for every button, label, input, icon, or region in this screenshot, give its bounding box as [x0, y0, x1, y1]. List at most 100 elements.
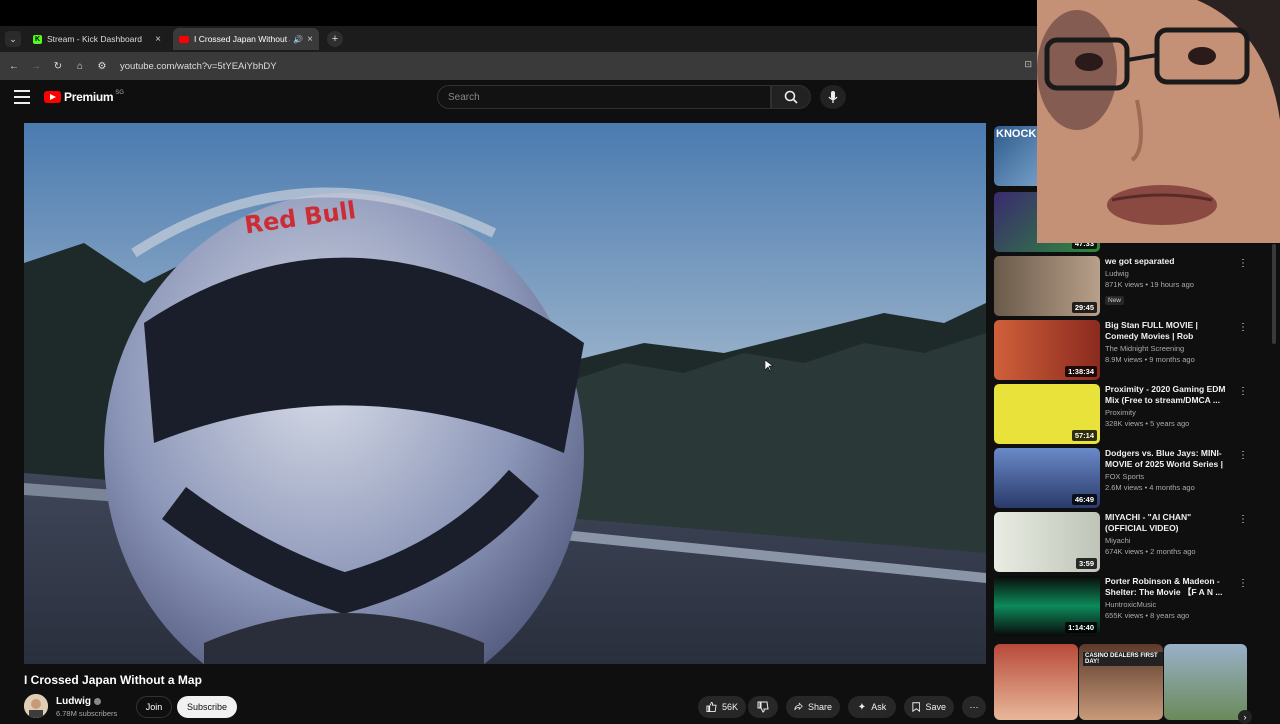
- site-info-icon[interactable]: ⚙: [94, 58, 110, 74]
- video-actions-row: Ludwig 6.78M subscribers Join Subscribe …: [24, 694, 986, 720]
- video-player[interactable]: Red Bull: [24, 123, 986, 664]
- video-title[interactable]: we got separated: [1105, 256, 1230, 267]
- reload-icon[interactable]: ↻: [50, 58, 66, 74]
- youtube-play-icon: [44, 91, 61, 103]
- bookmark-icon: [912, 702, 921, 713]
- video-duration: 57:14: [1071, 430, 1097, 441]
- more-vert-icon[interactable]: ⋮: [1238, 514, 1248, 526]
- channel-name[interactable]: Ludwig: [56, 696, 101, 707]
- thumbnail-text: KNOCK: [996, 128, 1037, 140]
- forward-icon[interactable]: →: [28, 58, 44, 74]
- join-button[interactable]: Join: [136, 696, 172, 718]
- video-thumbnail[interactable]: 1:14:40: [994, 576, 1100, 636]
- ask-label: Ask: [871, 702, 887, 712]
- recommendation-item[interactable]: 1:38:34 Big Stan FULL MOVIE | Comedy Mov…: [994, 320, 1250, 380]
- verified-icon: [94, 697, 101, 705]
- channel-avatar[interactable]: [24, 694, 48, 718]
- recommendation-item[interactable]: 1:14:40 Porter Robinson & Madeon - Shelt…: [994, 576, 1250, 636]
- new-tab-button[interactable]: +: [327, 31, 343, 47]
- url-field[interactable]: youtube.com/watch?v=5tYEAiYbhDY: [120, 61, 277, 72]
- chevron-right-icon[interactable]: ›: [1238, 710, 1252, 724]
- video-title[interactable]: Proximity - 2020 Gaming EDM Mix (Free to…: [1105, 384, 1230, 406]
- webcam-face: [1037, 0, 1280, 243]
- close-icon[interactable]: ×: [307, 34, 313, 45]
- video-thumbnail[interactable]: 1:38:34: [994, 320, 1100, 380]
- install-app-icon[interactable]: ⊡: [1024, 59, 1032, 70]
- video-title: I Crossed Japan Without a Map: [24, 673, 202, 687]
- youtube-header: Premium SG Search: [0, 80, 1040, 116]
- video-info: Porter Robinson & Madeon - Shelter: The …: [1105, 576, 1230, 620]
- short-thumbnail[interactable]: CASINO DEALERS FIRST DAY!: [1079, 644, 1163, 720]
- channel-name-text[interactable]: Ludwig: [56, 696, 91, 707]
- video-duration: 1:38:34: [1065, 366, 1097, 377]
- video-thumbnail[interactable]: 57:14: [994, 384, 1100, 444]
- search-input[interactable]: Search: [437, 85, 771, 109]
- youtube-logo[interactable]: Premium SG: [44, 90, 124, 104]
- browser-tab-bar: ⌄ K Stream - Kick Dashboard × I Crossed …: [0, 26, 1040, 52]
- like-count: 56K: [721, 702, 738, 712]
- share-button[interactable]: Share: [786, 696, 840, 718]
- youtube-icon: [179, 35, 189, 43]
- channel-name[interactable]: The Midnight Screening: [1105, 344, 1230, 353]
- search-icon: [784, 90, 798, 104]
- kick-icon: K: [33, 34, 42, 44]
- more-vert-icon[interactable]: ⋮: [1238, 450, 1248, 462]
- speaker-icon[interactable]: 🔊: [293, 35, 303, 44]
- video-thumbnail[interactable]: 29:45: [994, 256, 1100, 316]
- dislike-button[interactable]: [748, 696, 778, 718]
- menu-icon[interactable]: [14, 90, 30, 104]
- video-meta: 328K views • 5 years ago: [1105, 419, 1190, 428]
- save-button[interactable]: Save: [904, 696, 954, 718]
- save-label: Save: [925, 702, 946, 712]
- recommendation-item[interactable]: 29:45 we got separated Ludwig 871K views…: [994, 256, 1250, 316]
- tab-kick-dashboard[interactable]: K Stream - Kick Dashboard ×: [27, 28, 167, 50]
- video-meta: 674K views • 2 months ago: [1105, 547, 1196, 556]
- channel-name[interactable]: FOX Sports: [1105, 472, 1230, 481]
- tab-youtube-video[interactable]: I Crossed Japan Without a M 🔊 ×: [173, 28, 319, 50]
- logo-text: Premium: [64, 90, 114, 104]
- like-button[interactable]: 56K: [698, 696, 746, 718]
- voice-search-button[interactable]: [820, 85, 846, 109]
- video-duration: 46:49: [1071, 494, 1097, 505]
- new-badge: New: [1105, 296, 1125, 305]
- short-thumbnail[interactable]: [994, 644, 1078, 720]
- scrollbar[interactable]: [1272, 244, 1276, 344]
- video-info: Proximity - 2020 Gaming EDM Mix (Free to…: [1105, 384, 1230, 428]
- thumbs-up-icon: [706, 701, 717, 713]
- close-icon[interactable]: ×: [155, 34, 161, 45]
- recommendation-item[interactable]: 57:14 Proximity - 2020 Gaming EDM Mix (F…: [994, 384, 1250, 444]
- share-label: Share: [807, 702, 832, 712]
- video-title[interactable]: Dodgers vs. Blue Jays: MINI-MOVIE of 202…: [1105, 448, 1230, 470]
- subscribe-button[interactable]: Subscribe: [177, 696, 237, 718]
- video-title[interactable]: Big Stan FULL MOVIE | Comedy Movies | Ro…: [1105, 320, 1230, 342]
- tab-search-button[interactable]: ⌄: [5, 31, 21, 47]
- video-meta: 2.6M views • 4 months ago: [1105, 483, 1195, 492]
- video-duration: 1:14:40: [1065, 622, 1097, 633]
- video-info: Big Stan FULL MOVIE | Comedy Movies | Ro…: [1105, 320, 1230, 364]
- video-meta: 871K views • 19 hours ago: [1105, 280, 1194, 289]
- video-duration: 29:45: [1071, 302, 1097, 313]
- more-actions-button[interactable]: ⋯: [962, 696, 986, 718]
- more-vert-icon[interactable]: ⋮: [1238, 578, 1248, 590]
- recommendation-item[interactable]: 3:59 MIYACHI - "AI CHAN" (OFFICIAL VIDEO…: [994, 512, 1250, 572]
- more-vert-icon[interactable]: ⋮: [1238, 322, 1248, 334]
- channel-name[interactable]: Ludwig: [1105, 269, 1230, 278]
- channel-name[interactable]: Proximity: [1105, 408, 1230, 417]
- video-thumbnail[interactable]: 46:49: [994, 448, 1100, 508]
- more-vert-icon[interactable]: ⋮: [1238, 386, 1248, 398]
- webcam-overlay: [1037, 0, 1280, 243]
- ask-button[interactable]: ✦ Ask: [848, 696, 896, 718]
- video-title[interactable]: Porter Robinson & Madeon - Shelter: The …: [1105, 576, 1230, 598]
- channel-name[interactable]: HuntroxicMusic: [1105, 600, 1230, 609]
- video-thumbnail[interactable]: 3:59: [994, 512, 1100, 572]
- search-button[interactable]: [771, 85, 811, 109]
- short-thumbnail[interactable]: [1164, 644, 1247, 720]
- home-icon[interactable]: ⌂: [72, 58, 88, 74]
- recommendation-item[interactable]: 46:49 Dodgers vs. Blue Jays: MINI-MOVIE …: [994, 448, 1250, 508]
- back-icon[interactable]: ←: [6, 58, 22, 74]
- more-vert-icon[interactable]: ⋮: [1238, 258, 1248, 270]
- channel-name[interactable]: Miyachi: [1105, 536, 1230, 545]
- video-title[interactable]: MIYACHI - "AI CHAN" (OFFICIAL VIDEO): [1105, 512, 1230, 534]
- tab-label: Stream - Kick Dashboard: [47, 34, 142, 44]
- logo-country: SG: [115, 90, 124, 96]
